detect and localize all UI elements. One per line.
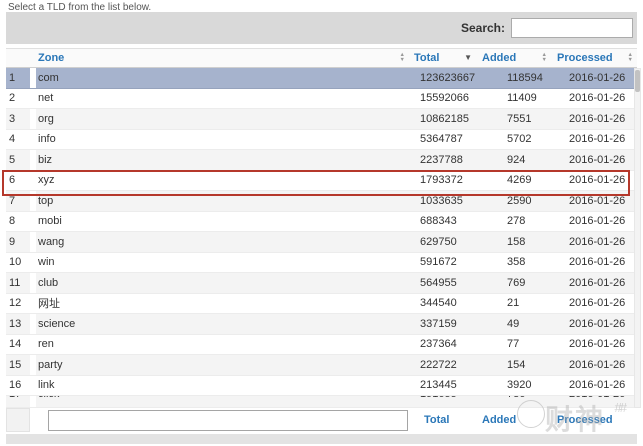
table-row[interactable]: 14 ren 237364 77 2016-01-26 — [6, 335, 637, 356]
table-row[interactable]: 16 link 213445 3920 2016-01-26 — [6, 376, 637, 397]
table-row[interactable]: 13 science 337159 49 2016-01-26 — [6, 314, 637, 335]
zone-cell: top — [36, 195, 409, 207]
footer-index-cell — [6, 408, 30, 432]
sort-both-icon — [542, 53, 547, 63]
table-row[interactable]: 3 org 10862185 7551 2016-01-26 — [6, 109, 637, 130]
sort-both-icon — [628, 53, 633, 63]
footer-added-label: Added — [476, 414, 551, 426]
tld-table: Zone Total Added Processed 1 com 1236236… — [6, 48, 637, 432]
scrollbar-thumb[interactable] — [635, 70, 640, 92]
zone-cell: click — [36, 396, 409, 407]
zone-cell: info — [36, 133, 409, 145]
search-input[interactable] — [511, 18, 633, 38]
footer-processed-label: Processed — [551, 414, 637, 426]
table-row[interactable]: 11 club 564955 769 2016-01-26 — [6, 273, 637, 294]
zone-cell: net — [36, 92, 409, 104]
zone-cell: wang — [36, 236, 409, 248]
zone-cell: link — [36, 379, 409, 391]
zone-cell: party — [36, 359, 409, 371]
table-toolbar: Search: — [6, 12, 637, 44]
table-row[interactable]: 9 wang 629750 158 2016-01-26 — [6, 232, 637, 253]
footer-zone-cell — [36, 408, 409, 432]
table-row[interactable]: 2 net 15592066 11409 2016-01-26 — [6, 89, 637, 110]
zone-cell: com — [36, 72, 409, 84]
table-footer-row: Total Added Processed — [6, 408, 637, 432]
table-row[interactable]: 8 mobi 688343 278 2016-01-26 — [6, 212, 637, 233]
search-label: Search: — [461, 21, 505, 35]
column-header-added-label: Added — [482, 52, 516, 64]
zone-cell: mobi — [36, 215, 409, 227]
zone-cell: biz — [36, 154, 409, 166]
column-header-added[interactable]: Added — [476, 52, 551, 64]
table-row[interactable]: 10 win 591672 358 2016-01-26 — [6, 253, 637, 274]
footer-total-label: Total — [409, 414, 476, 426]
zone-cell: 网址 — [36, 295, 409, 311]
zone-cell: club — [36, 277, 409, 289]
sort-desc-icon — [464, 54, 472, 62]
table-row-xyz-highlighted[interactable]: 6 xyz 1793372 4269 2016-01-26 — [6, 171, 637, 192]
table-row[interactable]: 7 top 1033635 2590 2016-01-26 — [6, 191, 637, 212]
zone-cell: ren — [36, 338, 409, 350]
table-row-partially-visible[interactable]: 17 click 191655 786 2016-01-26 — [6, 396, 637, 408]
column-header-processed[interactable]: Processed — [551, 52, 637, 64]
zone-cell: xyz — [36, 174, 409, 186]
column-header-processed-label: Processed — [557, 52, 613, 64]
table-row[interactable]: 12 网址 344540 21 2016-01-26 — [6, 294, 637, 315]
vertical-scrollbar[interactable] — [634, 68, 641, 408]
zone-cell: science — [36, 318, 409, 330]
tld-table-page: Select a TLD from the list below. Search… — [0, 0, 643, 446]
column-header-zone[interactable]: Zone — [36, 52, 409, 64]
zone-filter-input[interactable] — [48, 410, 408, 431]
table-row[interactable]: 15 party 222722 154 2016-01-26 — [6, 355, 637, 376]
sort-both-icon — [400, 53, 405, 63]
zone-cell: win — [36, 256, 409, 268]
page-instruction: Select a TLD from the list below. — [0, 0, 643, 12]
table-header-row: Zone Total Added Processed — [6, 48, 637, 68]
column-header-zone-label: Zone — [38, 52, 64, 64]
zone-cell: org — [36, 113, 409, 125]
table-info-bar — [6, 434, 637, 444]
table-row[interactable]: 4 info 5364787 5702 2016-01-26 — [6, 130, 637, 151]
table-row-com-selected[interactable]: 1 com 123623667 118594 2016-01-26 — [6, 68, 637, 89]
table-row[interactable]: 5 biz 2237788 924 2016-01-26 — [6, 150, 637, 171]
column-header-total[interactable]: Total — [409, 52, 476, 64]
column-header-total-label: Total — [414, 52, 439, 64]
